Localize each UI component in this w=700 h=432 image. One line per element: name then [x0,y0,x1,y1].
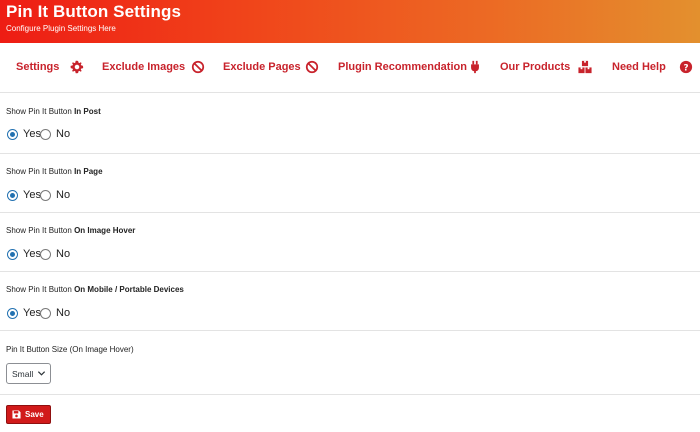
nav-item-label: Exclude Images [102,61,186,73]
setting-label: Show Pin It Button On Image Hover [6,226,136,235]
setting-label: Show Pin It Button In Page [6,167,103,176]
page-title: Pin It Button Settings [6,2,182,21]
radio-yes-label[interactable]: Yes [23,189,41,201]
setting-label-emphasis: In Post [74,107,101,116]
radio-no[interactable] [40,308,51,319]
setting-in-page: Show Pin It Button In Page Yes No [0,154,700,213]
radio-yes[interactable] [7,249,18,260]
nav-item-label: Our Products [500,61,571,73]
page-subtitle: Configure Plugin Settings Here [6,24,116,33]
setting-in-post: Show Pin It Button In Post Yes No [0,93,700,154]
setting-label-emphasis: On Mobile / Portable Devices [74,285,184,294]
nav-item-label: Need Help [612,61,666,73]
save-button-label: Save [25,410,44,419]
settings-nav: Settings Exclude Images Exclude Pages Pl… [0,43,700,93]
boxes-icon [578,60,592,74]
radio-yes-label[interactable]: Yes [23,248,41,260]
ban-icon [305,60,319,74]
nav-item-label: Plugin Recommendation [338,61,467,73]
svg-text:?: ? [683,64,688,74]
radio-yes-label[interactable]: Yes [23,128,41,140]
setting-label-emphasis: On Image Hover [74,226,136,235]
radio-no-label[interactable]: No [56,248,70,260]
nav-item-label: Exclude Pages [223,61,301,73]
radio-no[interactable] [40,190,51,201]
question-circle-icon: ? [679,60,693,74]
save-button[interactable]: Save [6,405,51,424]
page-header: Pin It Button Settings Configure Plugin … [0,0,700,43]
setting-on-image-hover: Show Pin It Button On Image Hover Yes No [0,213,700,272]
setting-label-emphasis: In Page [74,167,103,176]
radio-yes[interactable] [7,190,18,201]
plug-icon [468,60,482,74]
radio-no-label[interactable]: No [56,307,70,319]
radio-no-label[interactable]: No [56,189,70,201]
radio-no-label[interactable]: No [56,128,70,140]
radio-yes[interactable] [7,308,18,319]
setting-label: Show Pin It Button On Mobile / Portable … [6,285,184,294]
save-icon [12,410,21,419]
chevron-down-icon [37,369,46,378]
divider [0,394,700,395]
radio-yes[interactable] [7,129,18,140]
radio-no[interactable] [40,249,51,260]
setting-label: Show Pin It Button In Post [6,107,101,116]
radio-no[interactable] [40,129,51,140]
ban-icon [191,60,205,74]
nav-item-label: Settings [16,61,60,73]
setting-on-mobile: Show Pin It Button On Mobile / Portable … [0,272,700,331]
button-size-value: Small [12,369,34,379]
button-size-label: Pin It Button Size (On Image Hover) [6,345,134,354]
radio-yes-label[interactable]: Yes [23,307,41,319]
button-size-select[interactable]: Small [6,363,51,384]
gear-icon [70,60,84,74]
